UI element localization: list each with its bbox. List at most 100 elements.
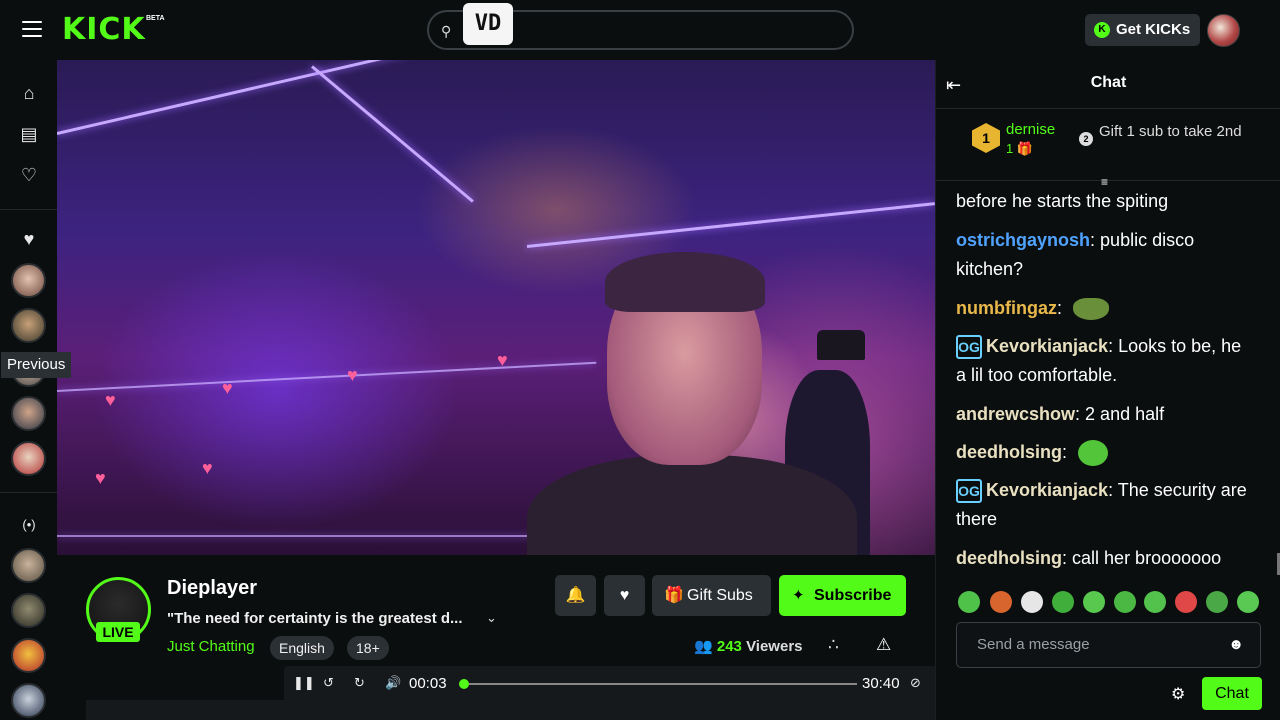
following-icon[interactable]: ♡ <box>18 164 40 186</box>
chat-message: before he starts the spiting <box>956 191 1169 211</box>
kick-logo[interactable]: KICK <box>62 14 146 46</box>
emote-icon[interactable] <box>990 591 1012 613</box>
follow-button[interactable]: ♥ <box>604 575 645 616</box>
content-area <box>86 700 935 720</box>
viewers-icon: 👥 <box>694 638 713 655</box>
seek-handle[interactable] <box>458 679 469 689</box>
og-badge-icon: OG <box>956 335 982 360</box>
chat-message: OG Kevorkianjack: Looks to be, he a lil t… <box>956 335 1242 385</box>
pause-icon[interactable]: ❚❚ <box>293 675 315 691</box>
emote-icon[interactable] <box>958 591 980 613</box>
home-icon[interactable]: ⌂ <box>18 82 40 104</box>
send-chat-button[interactable]: Chat <box>1202 677 1262 710</box>
emoji-icon[interactable]: ☻ <box>1228 636 1244 653</box>
chat-input[interactable]: Send a message ☻ <box>956 622 1261 668</box>
forward-icon[interactable]: ↻ <box>354 675 365 691</box>
notification-bell-button[interactable]: 🔔 <box>555 575 596 616</box>
chat-username[interactable]: deedholsing <box>956 442 1062 462</box>
volume-icon[interactable]: 🔊 <box>385 675 401 691</box>
live-badge: LIVE <box>96 622 140 642</box>
viewers-label: Viewers <box>746 638 803 655</box>
leader-count: 1 🎁 <box>1006 141 1034 156</box>
browse-icon[interactable]: ▤ <box>18 123 40 145</box>
emote-icon[interactable] <box>1206 591 1228 613</box>
heart-decoration: ♥ <box>497 350 508 370</box>
gift-prompt: Gift 1 sub to take 2nd <box>1099 123 1242 140</box>
tag-language[interactable]: English <box>270 636 334 660</box>
share-icon[interactable]: ∴ <box>828 635 839 655</box>
heart-icon: ♥ <box>619 587 630 604</box>
video-player[interactable]: ♥ ♥ ♥ ♥ ♥ ♥ <box>57 60 935 555</box>
sparkle-icon: ✦ <box>792 587 805 604</box>
gift-subs-button[interactable]: 🎁 Gift Subs <box>652 575 771 616</box>
heart-decoration: ♥ <box>105 390 116 410</box>
streamer-name[interactable]: Dieplayer <box>167 577 257 600</box>
gift-leaderboard[interactable]: 1 dernise 1 🎁 2 Gift 1 sub to take 2nd <box>936 109 1280 181</box>
recommended-channel-avatar[interactable] <box>11 638 46 673</box>
recommended-channel-avatar[interactable] <box>11 683 46 718</box>
heart-decoration: ♥ <box>95 468 106 488</box>
neon-light <box>526 202 935 248</box>
subscribe-label: Subscribe <box>814 587 892 604</box>
duration: 30:40 <box>862 675 900 692</box>
neon-light <box>311 65 474 203</box>
recommended-channel-avatar[interactable] <box>11 548 46 583</box>
chat-username[interactable]: Kevorkianjack <box>986 480 1108 500</box>
gift-icon: 🎁 <box>1016 141 1034 156</box>
chat-message: deedholsing: <box>956 438 1256 467</box>
beta-label: BETA <box>146 15 165 22</box>
emote-icon[interactable] <box>1052 591 1074 613</box>
gift-icon: 🎁 <box>664 587 684 604</box>
player-controls: ❚❚ ↺ ↻ 🔊 00:03 30:40 ⊘ ▤ ⋯ <box>284 666 997 702</box>
category-link[interactable]: Just Chatting <box>167 638 255 655</box>
emote-icon[interactable] <box>1083 591 1105 613</box>
bell-icon: 🔔 <box>565 587 586 604</box>
chat-username[interactable]: Kevorkianjack <box>986 336 1108 356</box>
chat-username[interactable]: numbfingaz <box>956 298 1057 318</box>
get-kicks-button[interactable]: K Get KICKs <box>1085 14 1200 46</box>
subscribe-button[interactable]: ✦ Subscribe <box>779 575 906 616</box>
seek-bar[interactable] <box>462 683 857 685</box>
heart-decoration: ♥ <box>202 458 213 478</box>
rewind-icon[interactable]: ↺ <box>323 675 334 691</box>
emote-icon[interactable] <box>1175 591 1197 613</box>
chat-username[interactable]: deedholsing <box>956 548 1062 568</box>
chat-title: Chat <box>1090 74 1127 91</box>
emote-icon[interactable] <box>1144 591 1166 613</box>
og-badge-icon: OG <box>956 479 982 504</box>
stream-title: "The need for certainty is the greatest … <box>167 610 463 627</box>
followed-channel-avatar[interactable] <box>11 263 46 298</box>
gear-icon[interactable]: ⚙ <box>1171 684 1185 704</box>
chat-message: andrewcshow: 2 and half <box>956 404 1165 424</box>
streamer-hair <box>605 252 765 312</box>
report-icon[interactable]: ⚠ <box>876 635 891 655</box>
menu-icon[interactable] <box>22 21 42 39</box>
clip-off-icon[interactable]: ⊘ <box>910 675 921 691</box>
emote-icon[interactable] <box>1021 591 1043 613</box>
viewers-number: 243 <box>716 638 742 655</box>
chat-message: numbfingaz: <box>956 294 1256 323</box>
cool-emote-icon <box>1078 440 1109 467</box>
chat-input-placeholder: Send a message <box>977 636 1090 653</box>
chat-username[interactable]: ostrichgaynosh <box>956 230 1090 250</box>
gift-subs-label: Gift Subs <box>687 587 753 604</box>
heart-decoration: ♥ <box>222 378 233 398</box>
followed-channel-avatar[interactable] <box>11 308 46 343</box>
heart-decoration: ♥ <box>347 365 358 385</box>
chevron-down-icon[interactable]: ⌄ <box>486 610 497 626</box>
current-time: 00:03 <box>409 675 447 692</box>
followed-channel-avatar[interactable] <box>11 396 46 431</box>
rank-badge: 1 <box>972 123 1000 153</box>
recommended-channel-avatar[interactable] <box>11 593 46 628</box>
user-avatar[interactable] <box>1207 14 1240 47</box>
emote-icon[interactable] <box>1237 591 1259 613</box>
chat-username[interactable]: andrewcshow <box>956 404 1075 424</box>
emote-icon[interactable] <box>1114 591 1136 613</box>
tag-age[interactable]: 18+ <box>347 636 389 660</box>
pepe-emote-icon <box>1073 298 1110 321</box>
live-icon: (•) <box>22 517 36 532</box>
followed-channel-avatar[interactable] <box>11 441 46 476</box>
neon-light <box>57 361 597 392</box>
kicks-icon: K <box>1094 22 1110 38</box>
chat-message: ostrichgaynosh: public disco kitchen? <box>956 230 1195 279</box>
